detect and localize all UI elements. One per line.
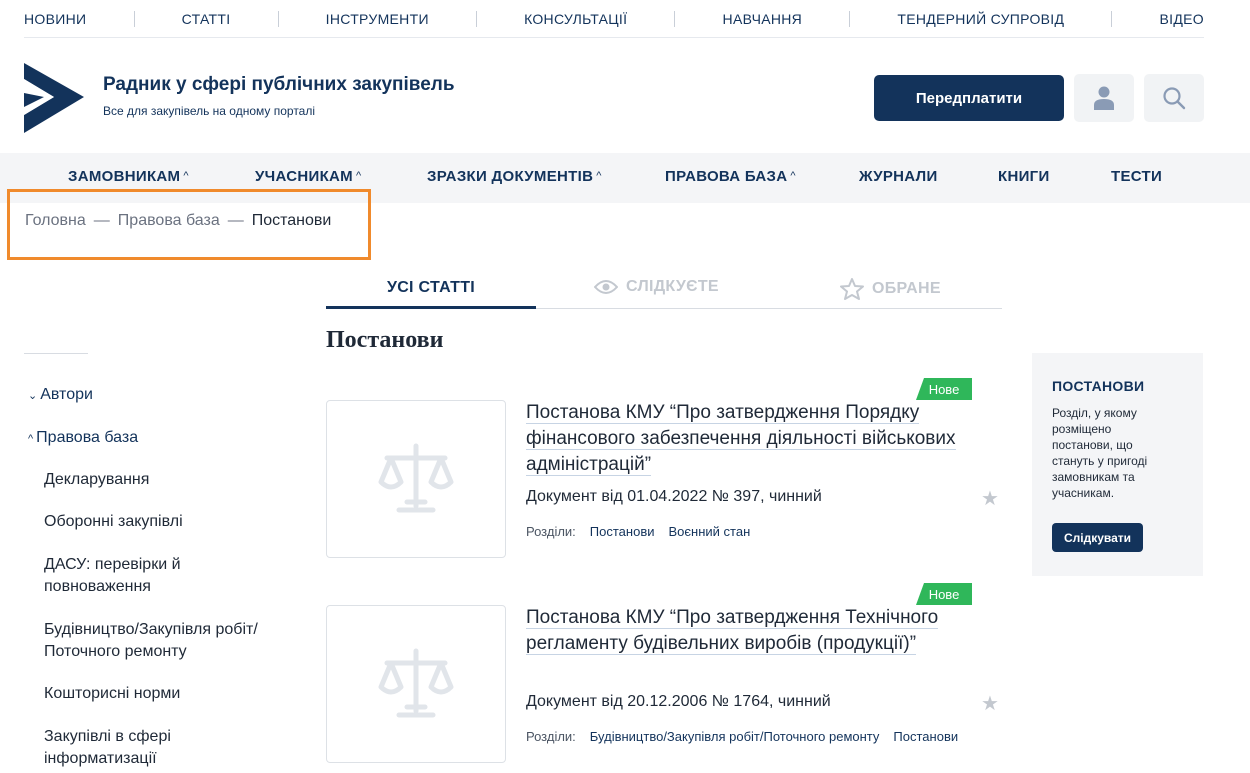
divider [277,10,279,27]
sidebar-item-declaration[interactable]: Декларування [44,469,304,491]
top-nav: НОВИНИ СТАТТІ ІНСТРУМЕНТИ КОНСУЛЬТАЦІЇ Н… [24,0,1204,38]
chevron-up-icon: ^ [183,170,189,182]
new-badge: Нове [916,378,972,400]
panel-description: Розділ, у якому розміщено постанови, що … [1052,406,1148,500]
sidebar-group-authors[interactable]: ⌄ Автори [28,386,93,404]
breadcrumb-separator: — [227,212,244,229]
breadcrumb-separator: — [93,212,110,229]
divider [849,10,851,27]
search-icon [1163,87,1186,110]
nav-document-samples[interactable]: ЗРАЗКИ ДОКУМЕНТІВ ^ [427,168,602,185]
article-meta: Документ від 20.12.2006 № 1764, чинний [526,693,831,710]
star-outline-icon [840,278,864,300]
page-title: Постанови [326,327,444,353]
site-title[interactable]: Радник у сфері публічних закупівель [103,74,455,96]
article-card: Нове Постанова КМУ “Про затвердження Тех… [326,583,1002,765]
section-tag[interactable]: Воєнний стан [669,524,751,539]
divider [674,10,676,27]
site-logo[interactable] [24,63,84,133]
topnav-articles[interactable]: СТАТТІ [182,11,231,27]
eye-icon [594,280,618,294]
article-tabs: УСІ СТАТТІ СЛІДКУЄТЕ ОБРАНЕ [326,270,1002,309]
nav-journals[interactable]: ЖУРНАЛИ [859,168,938,185]
article-meta: Документ від 01.04.2022 № 397, чинний [526,488,822,505]
tab-all-articles[interactable]: УСІ СТАТТІ [326,270,536,309]
subscribe-button[interactable]: Передплатити [874,75,1064,121]
chevron-up-icon: ^ [355,170,362,182]
tab-favorites[interactable]: ОБРАНЕ [840,278,941,300]
breadcrumb-current: Постанови [251,212,332,229]
sidebar-group-legal-base[interactable]: ^ Правова база [28,429,138,447]
nav-customers[interactable]: ЗАМОВНИКАМ ^ [68,168,189,185]
nav-tests[interactable]: ТЕСТИ [1111,168,1162,185]
article-thumbnail[interactable] [326,605,506,763]
section-tag[interactable]: Постанови [893,729,958,744]
follow-button[interactable]: Слідкувати [1052,523,1143,552]
article-sections: Розділи: Постанови Воєнний стан [526,524,764,539]
breadcrumb-legal-base[interactable]: Правова база [118,212,220,229]
tab-following[interactable]: СЛІДКУЄТЕ [594,278,719,296]
scales-icon [378,648,454,718]
chevron-up-icon: ^ [596,170,602,182]
favorite-star-icon[interactable]: ★ [981,486,999,511]
sidebar-item-informatization[interactable]: Закупівлі в сфері інформатизації [44,726,224,770]
breadcrumb-home[interactable]: Головна [25,212,86,229]
topnav-consultations[interactable]: КОНСУЛЬТАЦІЇ [524,11,627,27]
topnav-tools[interactable]: ІНСТРУМЕНТИ [326,11,429,27]
nav-participants[interactable]: УЧАСНИКАМ ^ [255,168,361,185]
breadcrumb: Головна — Правова база — Постанови [7,189,371,260]
topnav-training[interactable]: НАВЧАННЯ [723,11,803,27]
article-thumbnail[interactable] [326,400,506,558]
article-card: Нове Постанова КМУ “Про затвердження Пор… [326,378,1002,560]
article-title[interactable]: Постанова КМУ “Про затвердження Технічно… [526,605,966,657]
sidebar-item-construction[interactable]: Будівництво/Закупівля робіт/ Поточного р… [44,619,294,663]
sidebar-item-defense-procurement[interactable]: Оборонні закупівлі [44,511,304,533]
sidebar-item-estimate-norms[interactable]: Кошторисні норми [44,683,304,705]
article-title[interactable]: Постанова КМУ “Про затвердження Порядку … [526,400,966,478]
divider [1111,10,1113,27]
panel-title: ПОСТАНОВИ [1052,378,1145,394]
divider [24,353,88,354]
new-badge: Нове [916,583,972,605]
chevron-down-icon: ⌄ [28,390,38,402]
site-subtitle: Все для закупівель на одному порталі [103,104,316,118]
sections-label: Розділи: [526,729,576,744]
search-button[interactable] [1144,74,1204,122]
sections-label: Розділи: [526,524,576,539]
section-tag[interactable]: Будівництво/Закупівля робіт/Поточного ре… [590,729,880,744]
nav-legal-base[interactable]: ПРАВОВА БАЗА ^ [665,168,796,185]
nav-books[interactable]: КНИГИ [998,168,1050,185]
sidebar-item-dasu[interactable]: ДАСУ: перевірки й повноваження [44,554,244,598]
account-button[interactable] [1074,74,1134,122]
topnav-news[interactable]: НОВИНИ [24,11,86,27]
topnav-tender-support[interactable]: ТЕНДЕРНИЙ СУПРОВІД [897,11,1064,27]
topnav-video[interactable]: ВІДЕО [1160,11,1204,27]
divider [475,10,477,27]
divider [133,10,135,27]
user-icon [1094,86,1114,110]
chevron-up-icon: ^ [790,170,796,182]
favorite-star-icon[interactable]: ★ [981,691,999,716]
scales-icon [378,443,454,513]
section-tag[interactable]: Постанови [590,524,655,539]
article-sections: Розділи: Будівництво/Закупівля робіт/Пото… [526,729,972,744]
section-info-panel: ПОСТАНОВИ Розділ, у якому розміщено пост… [1032,353,1203,576]
chevron-up-icon: ^ [28,433,34,445]
